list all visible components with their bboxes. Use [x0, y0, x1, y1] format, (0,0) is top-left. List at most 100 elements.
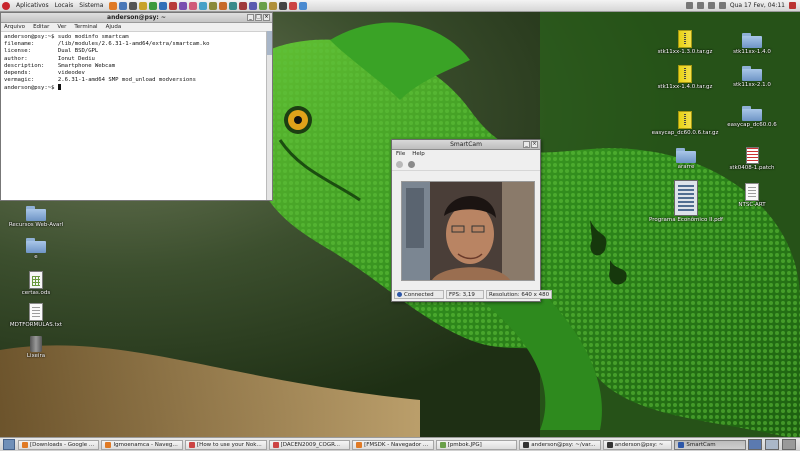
desktop-icon-folder[interactable]: easycap_dc60.0.6	[722, 106, 782, 129]
menu-help[interactable]: Ajuda	[106, 24, 122, 30]
network-launcher-icon[interactable]	[229, 1, 238, 10]
text-cursor	[57, 84, 61, 91]
terminal-output[interactable]: anderson@psy:~$ sudo modinfo smartcam fil…	[1, 32, 272, 95]
skype-launcher-icon[interactable]	[299, 1, 308, 10]
desktop-icon-trash[interactable]: Lixeira	[6, 336, 66, 360]
menu-terminal[interactable]: Terminal	[74, 24, 97, 30]
media-launcher-icon[interactable]	[169, 1, 178, 10]
desktop-icon-text[interactable]: MDTFORMULAS.txt	[6, 303, 66, 329]
menu-places[interactable]: Locais	[55, 2, 74, 9]
menu-file[interactable]: Arquivo	[4, 24, 25, 30]
writer-launcher-icon[interactable]	[159, 1, 168, 10]
desktop-icon-label: ararre	[677, 164, 695, 170]
debian-logo-icon[interactable]	[2, 1, 10, 10]
desktop-icon-archive[interactable]: stk11xx-1.4.0.tar.gz	[655, 65, 715, 91]
taskbar-item-label: SmartCam	[686, 441, 716, 448]
archive-launcher-icon[interactable]	[269, 1, 278, 10]
editor-launcher-icon[interactable]	[209, 1, 218, 10]
workspace-1[interactable]	[748, 439, 762, 450]
smartcam-titlebar[interactable]: SmartCam _ ×	[392, 140, 540, 150]
music-launcher-icon[interactable]	[219, 1, 228, 10]
menu-system[interactable]: Sistema	[79, 2, 103, 9]
settings-launcher-icon[interactable]	[279, 1, 288, 10]
desktop-icon-folder[interactable]: Recursos Web-Avarl	[6, 206, 66, 229]
desktop-icon-folder[interactable]: stk11xx-2.1.0	[722, 66, 782, 89]
trash-applet[interactable]	[782, 439, 796, 450]
menu-file[interactable]: File	[396, 151, 405, 157]
image-viewer-icon	[439, 441, 446, 448]
desktop-icon-spreadsheet[interactable]: certas.ods	[6, 271, 66, 297]
game-launcher-icon[interactable]	[239, 1, 248, 10]
terminal-menubar: Arquivo Editar Ver Terminal Ajuda	[1, 23, 272, 32]
vm-launcher-icon[interactable]	[249, 1, 258, 10]
scrollbar-thumb[interactable]	[267, 31, 272, 55]
notification-icon[interactable]	[718, 2, 726, 9]
pdf-launcher-icon[interactable]	[289, 1, 298, 10]
desktop-icon-folder[interactable]: e	[6, 238, 66, 261]
taskbar-item-label: [pmbok.JPG]	[447, 441, 482, 448]
close-icon[interactable]: ×	[531, 141, 538, 148]
battery-icon[interactable]	[696, 2, 704, 9]
network-icon[interactable]	[685, 2, 693, 9]
desktop-icon-folder[interactable]: stk11xx-1.4.0	[722, 33, 782, 56]
spreadsheet-file-icon	[29, 271, 43, 289]
terminal-window[interactable]: anderson@psy: ~ _ □ × Arquivo Editar Ver…	[0, 12, 273, 201]
desktop-icon-document[interactable]: NTSC-ART	[722, 183, 782, 209]
clock[interactable]: Qua 17 Fev, 04:11	[730, 2, 785, 9]
desktop-icon-archive[interactable]: stk11xx-1.3.0.tar.gz	[655, 30, 715, 56]
pdf-icon	[189, 441, 196, 448]
desktop-icon-folder[interactable]: ararre	[656, 148, 716, 171]
desktop-icon-pdf[interactable]: Programa Econômico II.pdf	[649, 180, 723, 224]
minimize-icon[interactable]: _	[523, 141, 530, 148]
desktop-icon-label: stk0408-1.patch	[729, 165, 775, 171]
terminal-scrollbar[interactable]	[266, 31, 272, 200]
taskbar-item[interactable]: [Downloads - Google ...	[17, 439, 100, 450]
connection-status: Connected	[394, 290, 444, 299]
browser-launcher-icon[interactable]	[119, 1, 128, 10]
maximize-icon[interactable]: □	[255, 14, 262, 21]
desktop-icon-archive[interactable]: easycap_dc60.0.6.tar.gz	[652, 111, 718, 137]
taskbar-item[interactable]: [DACEN2009_COGR...	[268, 439, 351, 450]
terminal-title: anderson@psy: ~	[107, 14, 166, 21]
taskbar-item[interactable]: [pmbok.JPG]	[435, 439, 518, 450]
firefox-launcher-icon[interactable]	[109, 1, 118, 10]
torrent-launcher-icon[interactable]	[259, 1, 268, 10]
taskbar-item[interactable]: anderson@psy: ~/var...	[519, 439, 601, 450]
taskbar-item[interactable]: anderson@psy: ~	[602, 439, 673, 450]
minimize-icon[interactable]: _	[247, 14, 254, 21]
connection-label: Connected	[404, 291, 434, 298]
menu-help[interactable]: Help	[412, 151, 425, 157]
workspace-2[interactable]	[765, 439, 779, 450]
taskbar-item-active[interactable]: SmartCam	[674, 439, 746, 450]
desktop-icon-patch[interactable]: stk0408-1.patch	[722, 147, 782, 172]
taskbar-item[interactable]: Igmoenamca - Navega...	[101, 439, 184, 450]
terminal-titlebar[interactable]: anderson@psy: ~ _ □ ×	[1, 13, 272, 23]
menu-edit[interactable]: Editar	[33, 24, 49, 30]
terminal-launcher-icon[interactable]	[129, 1, 138, 10]
graphics-launcher-icon[interactable]	[189, 1, 198, 10]
settings-tool-icon[interactable]	[396, 160, 403, 168]
chat-launcher-icon[interactable]	[179, 1, 188, 10]
volume-icon[interactable]	[707, 2, 715, 9]
power-icon[interactable]	[789, 2, 796, 9]
menu-view[interactable]: Ver	[57, 24, 66, 30]
taskbar-item[interactable]: [How to use your Nok...	[185, 439, 267, 450]
files-launcher-icon[interactable]	[139, 1, 148, 10]
smartcam-statusbar: Connected FPS: 3,19 Resolution: 640 x 48…	[394, 290, 553, 299]
close-icon[interactable]: ×	[263, 14, 270, 21]
spreadsheet-launcher-icon[interactable]	[149, 1, 158, 10]
terminal-line: description: Smartphone Webcam	[4, 62, 116, 69]
text-file-icon	[29, 303, 43, 321]
terminal-line: filename: /lib/modules/2.6.31-1-amd64/ex…	[4, 41, 210, 48]
archive-icon	[678, 111, 692, 129]
mail-launcher-icon[interactable]	[199, 1, 208, 10]
taskbar-item[interactable]: [FMSDK - Navegador ...	[352, 439, 434, 450]
terminal-line: vermagic: 2.6.31-1-amd64 SMP mod_unload …	[4, 77, 196, 84]
menu-applications[interactable]: Aplicativos	[16, 2, 49, 9]
smartcam-window[interactable]: SmartCam _ × File Help Connected FPS: 3,…	[391, 139, 553, 302]
show-desktop-icon[interactable]	[3, 439, 15, 450]
bottom-panel: [Downloads - Google ... Igmoenamca - Nav…	[0, 437, 800, 451]
connect-tool-icon[interactable]	[408, 160, 415, 168]
resolution-label: Resolution: 640 x 480	[489, 291, 550, 298]
folder-icon	[742, 66, 762, 81]
